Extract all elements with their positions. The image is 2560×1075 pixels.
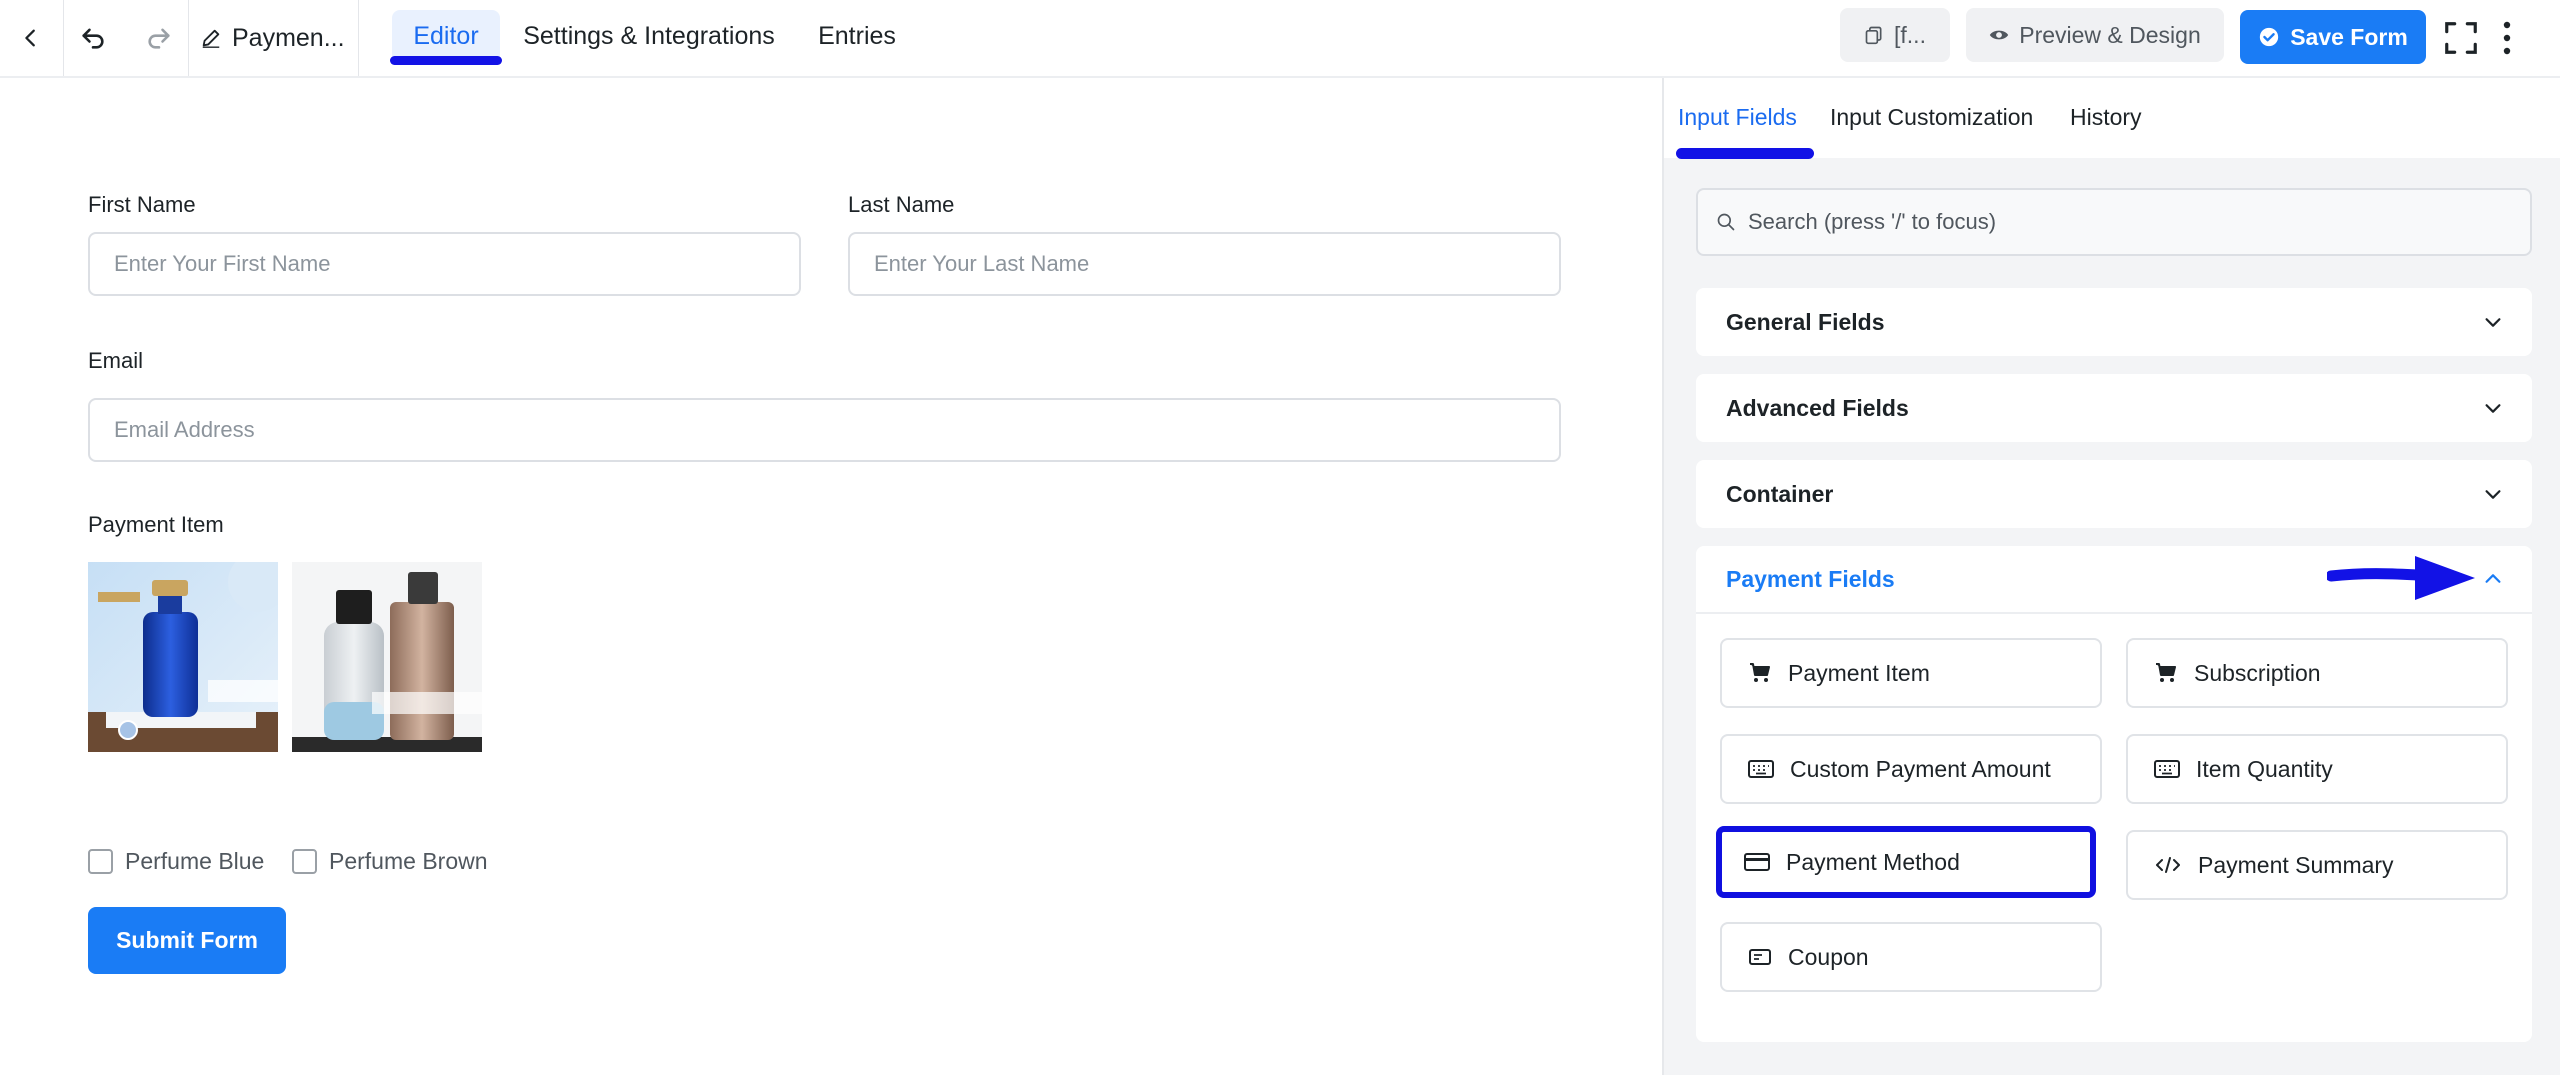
perfume-brown-checkbox[interactable] (292, 849, 317, 874)
field-payment-summary[interactable]: Payment Summary (2126, 830, 2508, 900)
section-general-fields[interactable]: General Fields (1696, 288, 2532, 356)
preview-design-label: Preview & Design (2019, 21, 2201, 48)
chevron-down-icon (2485, 490, 2501, 499)
tab-history[interactable]: History (2070, 104, 2142, 131)
section-container[interactable]: Container (1696, 460, 2532, 528)
eye-icon (1990, 30, 2009, 40)
fullscreen-icon[interactable] (2440, 0, 2482, 76)
chevron-down-icon (2485, 404, 2501, 413)
field-label: Custom Payment Amount (1790, 755, 2051, 782)
perfume-blue-checkbox[interactable] (88, 849, 113, 874)
tab-input-fields[interactable]: Input Fields (1678, 104, 1797, 131)
tab-active-underline (390, 56, 502, 65)
divider (188, 0, 189, 76)
credit-card-icon (1744, 853, 1770, 871)
perfume-brown-image[interactable] (292, 562, 482, 752)
code-icon (2156, 857, 2180, 873)
cart-icon (1750, 663, 1770, 682)
save-form-label: Save Form (2290, 23, 2408, 50)
field-coupon[interactable]: Coupon (1720, 922, 2102, 992)
field-payment-method[interactable]: Payment Method (1716, 826, 2096, 898)
field-item-quantity[interactable]: Item Quantity (2126, 734, 2508, 804)
section-label: Advanced Fields (1726, 394, 1909, 421)
section-advanced-fields[interactable]: Advanced Fields (1696, 374, 2532, 442)
save-form-button[interactable]: Save Form (2240, 10, 2426, 64)
keyboard-icon (1748, 760, 1774, 778)
cart-icon (2156, 663, 2176, 682)
copy-icon (1865, 26, 1882, 45)
form-canvas: First Name Enter Your First Name Last Na… (0, 78, 1662, 1075)
field-payment-item[interactable]: Payment Item (1720, 638, 2102, 708)
more-options-icon[interactable] (2492, 0, 2522, 76)
email-field[interactable]: Email Address (88, 398, 1561, 462)
field-custom-payment-amount[interactable]: Custom Payment Amount (1720, 734, 2102, 804)
divider (358, 0, 359, 76)
tab-input-customization[interactable]: Input Customization (1830, 104, 2033, 131)
chevron-down-icon (2485, 318, 2501, 327)
field-subscription[interactable]: Subscription (2126, 638, 2508, 708)
field-label: Payment Item (1788, 659, 1930, 686)
panel-tabs: Input Fields Input Customization History (1664, 78, 2560, 159)
pencil-icon (202, 29, 220, 48)
perfume-brown-option[interactable]: Perfume Brown (292, 848, 488, 875)
field-label: Coupon (1788, 943, 1869, 970)
field-search-input[interactable]: Search (press '/' to focus) (1696, 188, 2532, 256)
field-label: Payment Method (1786, 848, 1960, 875)
perfume-brown-label: Perfume Brown (329, 848, 488, 874)
keyboard-icon (2154, 760, 2180, 778)
check-circle-icon (2260, 27, 2279, 47)
section-label: Container (1726, 480, 1834, 507)
form-name: Paymen... (232, 23, 345, 52)
field-label: Item Quantity (2196, 755, 2333, 782)
tab-settings-integrations[interactable]: Settings & Integrations (514, 10, 784, 62)
chevron-up-icon (2485, 574, 2501, 583)
submit-form-button[interactable]: Submit Form (88, 907, 286, 974)
field-label: Payment Summary (2198, 851, 2394, 878)
coupon-icon (1749, 949, 1771, 965)
last-name-field[interactable]: Enter Your Last Name (848, 232, 1561, 296)
email-label: Email (88, 348, 144, 373)
preview-design-button[interactable]: Preview & Design (1966, 8, 2224, 62)
shortcode-label: [f... (1894, 21, 1926, 48)
section-payment-fields: Payment Fields Payment Item Subscription… (1696, 546, 2532, 1042)
back-icon[interactable] (0, 0, 62, 76)
form-name-edit[interactable]: Paymen... (200, 0, 345, 76)
perfume-blue-image[interactable] (88, 562, 278, 752)
first-name-label: First Name (88, 192, 196, 217)
section-label: General Fields (1726, 308, 1885, 335)
undo-icon[interactable] (64, 0, 122, 76)
tab-editor[interactable]: Editor (392, 10, 500, 62)
perfume-blue-option[interactable]: Perfume Blue (88, 848, 264, 875)
last-name-label: Last Name (848, 192, 955, 217)
perfume-blue-label: Perfume Blue (125, 848, 265, 874)
section-label: Payment Fields (1726, 565, 1895, 592)
search-icon (1717, 213, 1735, 231)
top-bar: Paymen... Editor Settings & Integrations… (0, 0, 2560, 78)
shortcode-button[interactable]: [f... (1840, 8, 1950, 62)
field-label: Subscription (2194, 659, 2321, 686)
payment-item-label: Payment Item (88, 512, 224, 537)
tab-entries[interactable]: Entries (800, 10, 914, 62)
search-placeholder: Search (press '/' to focus) (1748, 209, 1997, 234)
redo-icon[interactable] (130, 0, 188, 76)
tab-active-underline (1676, 148, 1814, 159)
annotation-arrow-icon (2327, 556, 2475, 600)
first-name-field[interactable]: Enter Your First Name (88, 232, 801, 296)
